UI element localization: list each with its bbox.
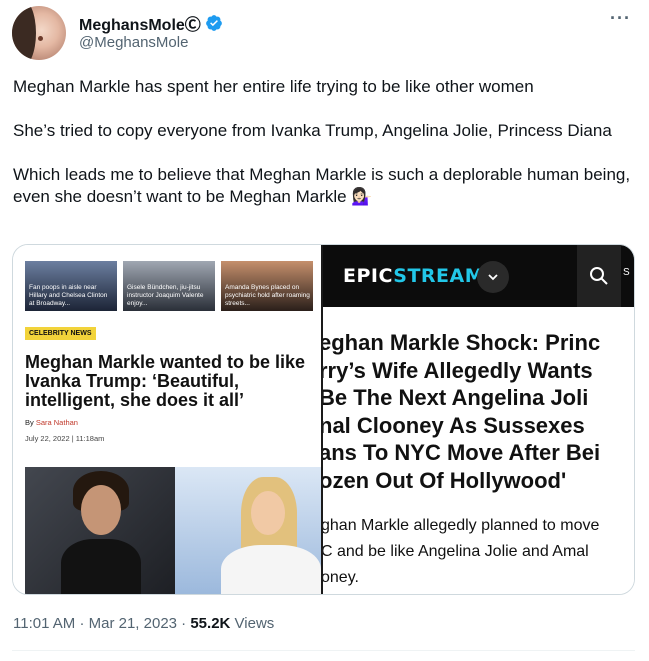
title-line: Be The Next Angelina Joli [323, 385, 589, 410]
article-author: Sara Nathan [35, 418, 78, 427]
more-options-icon[interactable]: ··· [610, 8, 631, 29]
thumbnail-caption: Fan poops in aisle near Hillary and Chel… [29, 284, 108, 307]
photo-face [251, 491, 285, 535]
right-screenshot[interactable]: EPICSTREAM S eghan Markle Shock: Princ r… [323, 245, 634, 594]
excerpt-line: C and be like Angelina Jolie and Amal [323, 543, 589, 560]
article-date: July 22, 2022 | 11:18am [25, 434, 105, 443]
tweet-paragraph: Which leads me to believe that Meghan Ma… [13, 165, 631, 206]
navbar-edge-text: S [623, 245, 634, 307]
author-name-row: MeghansMoleⒸ [79, 11, 223, 35]
meta-separator: · [79, 615, 89, 632]
photo-face [81, 485, 121, 535]
avatar-hair [12, 6, 36, 60]
chevron-down-icon [477, 261, 509, 293]
byline: By Sara Nathan [25, 418, 78, 427]
epicstream-logo: EPICSTREAM [343, 265, 484, 287]
author-handle[interactable]: @MeghansMole [79, 34, 188, 51]
title-line: eghan Markle Shock: Princ [323, 330, 601, 355]
article-photo [25, 467, 321, 594]
search-icon [577, 245, 621, 307]
thumbnail: Fan poops in aisle near Hillary and Chel… [25, 261, 117, 311]
thumbnail-caption: Gisele Bündchen, jiu-jitsu instructor Jo… [127, 284, 204, 307]
avatar-mole [38, 36, 43, 41]
thumbnail: Amanda Bynes placed on psychiatric hold … [221, 261, 313, 311]
views-label: Views [234, 615, 275, 632]
tweet-paragraph: Meghan Markle has spent her entire life … [13, 77, 534, 96]
logo-part-accent: STREAM [393, 265, 485, 287]
epicstream-navbar: EPICSTREAM S [323, 245, 634, 307]
photo-body [221, 545, 321, 594]
excerpt-line: ghan Markle allegedly planned to move [323, 517, 600, 534]
epicstream-article-title: eghan Markle Shock: Princ rry’s Wife All… [323, 329, 634, 494]
verified-badge-icon [205, 15, 222, 31]
byline-prefix: By [25, 418, 36, 427]
title-line: ans To NYC Move After Bei [323, 440, 601, 465]
tweet-meta: 11:01 AM · Mar 21, 2023 · 55.2K Views [13, 615, 274, 632]
display-name[interactable]: MeghansMoleⒸ [79, 11, 201, 35]
tweet-date[interactable]: Mar 21, 2023 [89, 615, 177, 632]
thumbnail: Gisele Bündchen, jiu-jitsu instructor Jo… [123, 261, 215, 311]
meta-separator: · [181, 615, 191, 632]
category-tag: CELEBRITY NEWS [25, 327, 96, 340]
logo-part: EPIC [343, 265, 394, 287]
thumbnail-caption: Amanda Bynes placed on psychiatric hold … [225, 284, 310, 307]
title-line: nal Clooney As Sussexes [323, 412, 585, 438]
tweet-time[interactable]: 11:01 AM [13, 615, 75, 632]
excerpt-line: oney. [323, 569, 359, 586]
related-thumbnails: Fan poops in aisle near Hillary and Chel… [25, 261, 317, 311]
photo-body [61, 539, 141, 594]
tweet-text: Meghan Markle has spent her entire life … [13, 76, 633, 208]
title-line: rry’s Wife Allegedly Wants [323, 357, 593, 383]
divider-line [12, 650, 635, 651]
article-headline: Meghan Markle wanted to be like Ivanka T… [25, 352, 306, 410]
left-screenshot[interactable]: Fan poops in aisle near Hillary and Chel… [13, 245, 321, 594]
title-line: ozen Out Of Hollywood' [323, 467, 567, 493]
avatar[interactable] [12, 6, 66, 60]
views-count[interactable]: 55.2K [190, 615, 230, 632]
tweet-paragraph: She’s tried to copy everyone from Ivanka… [13, 121, 612, 140]
epicstream-article-excerpt: ghan Markle allegedly planned to move C … [323, 513, 634, 591]
tweet-media[interactable]: Fan poops in aisle near Hillary and Chel… [12, 244, 635, 595]
